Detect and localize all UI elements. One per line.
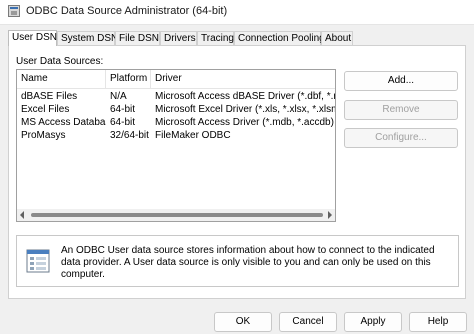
- scrollbar-thumb[interactable]: [31, 213, 323, 217]
- tab-connection-pooling[interactable]: Connection Pooling: [234, 31, 325, 45]
- tab-file-dsn[interactable]: File DSN: [115, 31, 160, 45]
- dsn-platform: 32/64-bit: [110, 130, 149, 141]
- dsn-name: MS Access Database: [21, 117, 106, 128]
- horizontal-scrollbar[interactable]: [17, 209, 335, 221]
- user-data-sources-label: User Data Sources:: [16, 56, 104, 67]
- ok-button[interactable]: OK: [214, 312, 272, 332]
- dsn-driver: Microsoft Access dBASE Driver (*.dbf, *.…: [155, 91, 335, 102]
- tab-system-dsn[interactable]: System DSN: [57, 31, 118, 45]
- column-header-driver[interactable]: Driver: [151, 70, 335, 88]
- tab-tracing[interactable]: Tracing: [197, 31, 234, 45]
- tab-user-dsn[interactable]: User DSN: [8, 30, 57, 46]
- list-header: Name Platform Driver: [17, 70, 335, 89]
- list-item[interactable]: MS Access Database 64-bit Microsoft Acce…: [17, 117, 335, 129]
- dsn-driver: Microsoft Access Driver (*.mdb, *.accdb): [155, 117, 334, 128]
- column-header-name[interactable]: Name: [17, 70, 106, 88]
- column-header-platform[interactable]: Platform: [106, 70, 151, 88]
- window-title: ODBC Data Source Administrator (64-bit): [26, 5, 228, 17]
- remove-button[interactable]: Remove: [344, 100, 458, 120]
- help-button[interactable]: Help: [409, 312, 467, 332]
- apply-button[interactable]: Apply: [344, 312, 402, 332]
- tab-drivers[interactable]: Drivers: [160, 31, 197, 45]
- scroll-left-arrow-icon[interactable]: [20, 211, 24, 219]
- list-item[interactable]: ProMasys 32/64-bit FileMaker ODBC: [17, 130, 335, 142]
- dsn-driver: FileMaker ODBC: [155, 130, 231, 141]
- configure-button[interactable]: Configure...: [344, 128, 458, 148]
- tab-about[interactable]: About: [321, 31, 353, 45]
- data-source-icon: [26, 249, 50, 273]
- dsn-platform: 64-bit: [110, 104, 136, 115]
- cancel-button[interactable]: Cancel: [279, 312, 337, 332]
- info-box: An ODBC User data source stores informat…: [16, 235, 459, 287]
- scroll-right-arrow-icon[interactable]: [328, 211, 332, 219]
- odbc-app-icon: [8, 5, 20, 17]
- dsn-name: dBASE Files: [21, 91, 78, 102]
- user-data-sources-list[interactable]: Name Platform Driver dBASE Files N/A Mic…: [16, 69, 336, 222]
- info-text: An ODBC User data source stores informat…: [61, 245, 435, 280]
- title-bar: ODBC Data Source Administrator (64-bit): [0, 0, 474, 25]
- add-button[interactable]: Add...: [344, 71, 458, 91]
- dsn-driver: Microsoft Excel Driver (*.xls, *.xlsx, *…: [155, 104, 335, 115]
- dsn-name: Excel Files: [21, 104, 70, 115]
- dsn-platform: N/A: [110, 91, 127, 102]
- dsn-name: ProMasys: [21, 130, 66, 141]
- list-item[interactable]: dBASE Files N/A Microsoft Access dBASE D…: [17, 91, 335, 103]
- dsn-platform: 64-bit: [110, 117, 136, 128]
- list-item[interactable]: Excel Files 64-bit Microsoft Excel Drive…: [17, 104, 335, 116]
